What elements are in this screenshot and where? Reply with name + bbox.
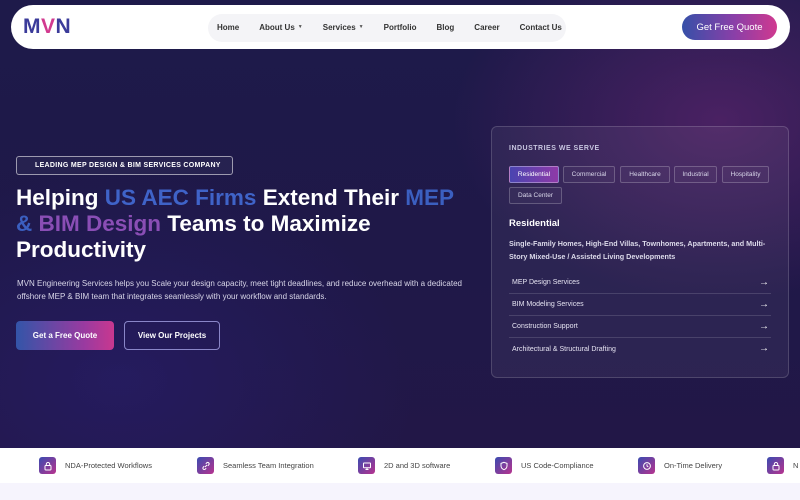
get-free-quote-button[interactable]: Get Free Quote — [682, 14, 777, 40]
service-row-mep-design[interactable]: MEP Design Services → — [509, 272, 771, 294]
nav-item-contact-us[interactable]: Contact Us — [520, 23, 562, 32]
panel-title: INDUSTRIES WE SERVE — [509, 145, 600, 152]
feature-integration: Seamless Team Integration — [197, 457, 314, 474]
nav-item-about-us[interactable]: About Us ▼ — [259, 23, 303, 32]
feature-software: 2D and 3D software — [358, 457, 450, 474]
selected-industry-description: Single-Family Homes, High-End Villas, To… — [509, 239, 766, 261]
selected-industry-title: Residential — [509, 218, 560, 229]
headline-text: Helping — [16, 185, 105, 210]
nav-item-label: Blog — [436, 22, 455, 32]
feature-label: US Code-Compliance — [521, 461, 594, 470]
feature-label: 2D and 3D software — [384, 461, 451, 470]
service-row-construction-support[interactable]: Construction Support → — [509, 316, 771, 338]
chip-hospitality[interactable]: Hospitality — [722, 166, 769, 183]
shield-icon — [495, 457, 512, 474]
feature-nda: NDA-Protected Workflows — [39, 457, 152, 474]
service-row-bim-modeling[interactable]: BIM Modeling Services → — [509, 294, 771, 316]
lock-icon — [39, 457, 56, 474]
chip-residential[interactable]: Residential — [509, 166, 559, 183]
lock-icon — [767, 457, 784, 474]
service-label: BIM Modeling Services — [512, 301, 584, 308]
nav-item-career[interactable]: Career — [474, 23, 499, 32]
feature-on-time: On-Time Delivery — [638, 457, 722, 474]
hero-headline: Helping US AEC Firms Extend Their MEP & … — [16, 185, 476, 263]
link-icon — [197, 457, 214, 474]
chip-commercial[interactable]: Commercial — [563, 166, 615, 183]
get-a-free-quote-button[interactable]: Get a Free Quote — [16, 321, 114, 350]
arrow-right-icon: → — [759, 298, 769, 310]
nav-item-portfolio[interactable]: Portfolio — [384, 23, 417, 32]
main-menu: Home About Us ▼ Services ▼ Portfolio Blo… — [217, 5, 582, 49]
feature-strip: NDA-Protected Workflows Seamless Team In… — [0, 448, 800, 483]
headline-highlight-us-aec: US AEC Firms — [104, 185, 257, 210]
logo-letter-v: V — [41, 15, 56, 38]
logo-letter-m: M — [23, 15, 41, 38]
logo-letter-n: N — [55, 15, 72, 38]
top-navbar: MVN Home About Us ▼ Services ▼ Portfolio… — [11, 5, 790, 49]
hero-description: MVN Engineering Services helps you Scale… — [17, 279, 463, 301]
service-label: MEP Design Services — [512, 279, 580, 286]
headline-text: Extend Their — [256, 185, 406, 210]
chip-healthcare[interactable]: Healthcare — [620, 166, 670, 183]
feature-code-compliance: US Code-Compliance — [495, 457, 594, 474]
feature-label: Seamless Team Integration — [223, 461, 314, 470]
nav-item-services[interactable]: Services ▼ — [323, 23, 364, 32]
nav-item-home[interactable]: Home — [217, 23, 239, 32]
feature-nda-repeat: N — [767, 457, 798, 474]
headline-highlight-amp: & — [16, 211, 39, 236]
nav-item-blog[interactable]: Blog — [437, 23, 455, 32]
hero-badge: LEADING MEP DESIGN & BIM SERVICES COMPAN… — [16, 156, 233, 175]
service-row-drafting[interactable]: Architectural & Structural Drafting → — [509, 338, 771, 360]
service-label: Construction Support — [512, 323, 578, 330]
arrow-right-icon: → — [759, 320, 769, 332]
nav-item-label: Portfolio — [383, 22, 417, 32]
logo[interactable]: MVN — [23, 16, 71, 38]
arrow-right-icon: → — [759, 343, 769, 354]
caret-down-icon: ▼ — [358, 24, 364, 30]
nav-item-label: Home — [217, 22, 240, 32]
caret-down-icon: ▼ — [297, 24, 303, 30]
feature-label: On-Time Delivery — [664, 461, 723, 470]
feature-label: NDA-Protected Workflows — [65, 461, 152, 470]
nav-item-label: Career — [474, 22, 500, 32]
arrow-right-icon: → — [759, 276, 769, 288]
feature-label: N — [793, 461, 799, 470]
nav-item-label: Services — [322, 22, 356, 32]
industries-panel: INDUSTRIES WE SERVE Residential Commerci… — [491, 126, 789, 378]
clock-icon — [638, 457, 655, 474]
service-label: Architectural & Structural Drafting — [512, 345, 616, 353]
headline-highlight-mep: MEP — [405, 185, 454, 210]
headline-highlight-bim: BIM Design — [38, 211, 162, 236]
view-our-projects-button[interactable]: View Our Projects — [124, 321, 220, 350]
nav-item-label: Contact Us — [519, 22, 562, 32]
next-section-background — [0, 483, 800, 500]
nav-item-label: About Us — [259, 22, 295, 32]
monitor-icon — [358, 457, 375, 474]
chip-industrial[interactable]: Industrial — [674, 166, 717, 183]
chip-data-center[interactable]: Data Center — [509, 187, 562, 204]
